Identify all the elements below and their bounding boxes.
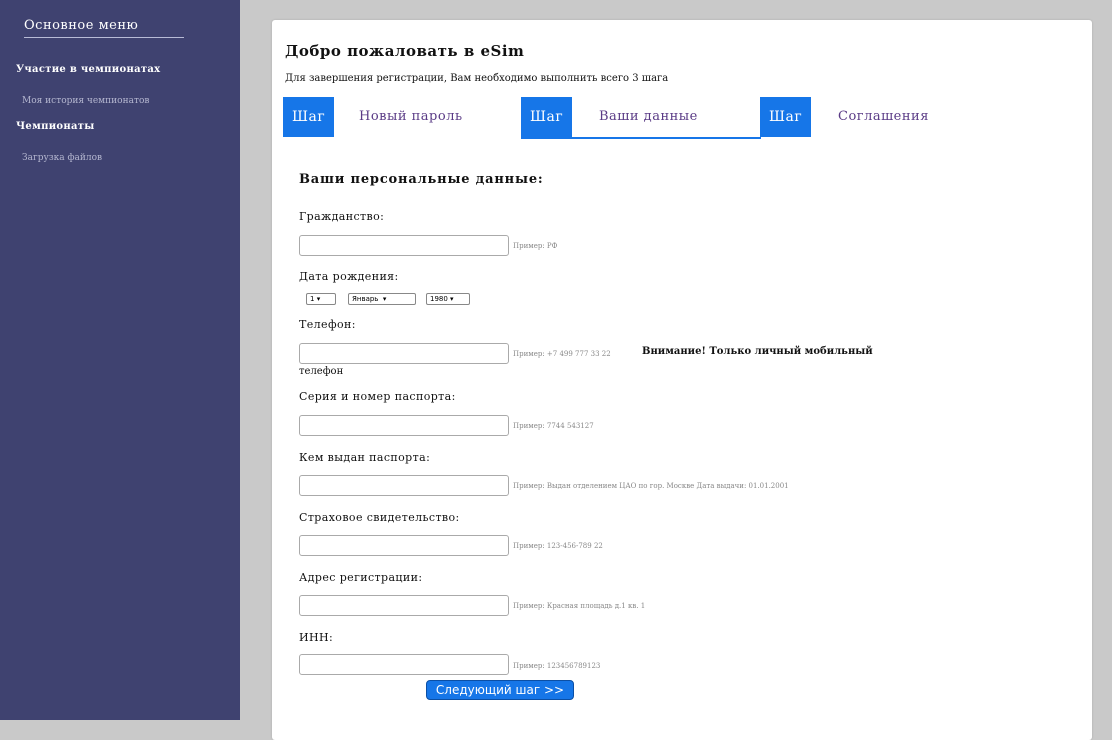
step-3-number: Шаг 3 — [760, 97, 812, 165]
next-step-button[interactable]: Следующий шаг >> — [426, 680, 574, 700]
inn-label: ИНН: — [299, 631, 334, 644]
step-1-label: Новый пароль — [359, 109, 463, 124]
phone-hint: Пример: +7 499 777 33 22 — [513, 350, 611, 358]
birth-day-select[interactable]: 1 ▾ — [306, 293, 336, 305]
passport-issuer-label: Кем выдан паспорта: — [299, 451, 431, 464]
sidebar-section-championships-participation[interactable]: Участие в чемпионатах — [16, 64, 160, 75]
passport-number-input[interactable] — [299, 415, 509, 436]
step-3-label: Соглашения — [838, 109, 929, 124]
sidebar-item-championship-history[interactable]: Моя история чемпионатов — [22, 96, 149, 106]
phone-input[interactable] — [299, 343, 509, 364]
birth-month-value: Январь — [352, 295, 379, 303]
sidebar-title: Основное меню — [24, 18, 184, 38]
phone-warning-continued: телефон — [299, 366, 344, 377]
citizenship-input[interactable] — [299, 235, 509, 256]
address-input[interactable] — [299, 595, 509, 616]
citizenship-hint: Пример: РФ — [513, 242, 558, 250]
birth-year-value: 1980 — [430, 295, 448, 303]
active-step-indicator — [521, 137, 761, 139]
passport-number-label: Серия и номер паспорта: — [299, 390, 456, 403]
insurance-hint: Пример: 123-456-789 22 — [513, 542, 603, 550]
step-1-number: Шаг 1 — [283, 97, 335, 165]
step-2-number: Шаг 2 — [521, 97, 573, 165]
insurance-label: Страховое свидетельство: — [299, 511, 460, 524]
page-subtitle: Для завершения регистрации, Вам необходи… — [285, 73, 669, 84]
sidebar: Основное меню Участие в чемпионатах Моя … — [0, 0, 240, 720]
citizenship-label: Гражданство: — [299, 210, 385, 223]
address-hint: Пример: Красная площадь д.1 кв. 1 — [513, 602, 646, 610]
passport-number-hint: Пример: 7744 543127 — [513, 422, 594, 430]
birthdate-label: Дата рождения: — [299, 270, 399, 283]
section-title: Ваши персональные данные: — [299, 172, 544, 187]
step-2-label: Ваши данные — [599, 109, 698, 124]
sidebar-section-championships[interactable]: Чемпионаты — [16, 121, 95, 132]
passport-issuer-input[interactable] — [299, 475, 509, 496]
insurance-input[interactable] — [299, 535, 509, 556]
inn-hint: Пример: 123456789123 — [513, 662, 601, 670]
inn-input[interactable] — [299, 654, 509, 675]
birth-year-select[interactable]: 1980 ▾ — [426, 293, 470, 305]
registration-panel: Добро пожаловать в eSim Для завершения р… — [272, 20, 1092, 740]
sidebar-item-file-upload[interactable]: Загрузка файлов — [22, 153, 102, 163]
phone-warning: Внимание! Только личный мобильный — [642, 346, 873, 357]
page-title: Добро пожаловать в eSim — [285, 42, 525, 60]
address-label: Адрес регистрации: — [299, 571, 423, 584]
birth-month-select[interactable]: Январь ▾ — [348, 293, 416, 305]
passport-issuer-hint: Пример: Выдан отделением ЦАО по гор. Мос… — [513, 482, 789, 490]
phone-label: Телефон: — [299, 318, 356, 331]
birth-day-value: 1 — [310, 295, 315, 303]
